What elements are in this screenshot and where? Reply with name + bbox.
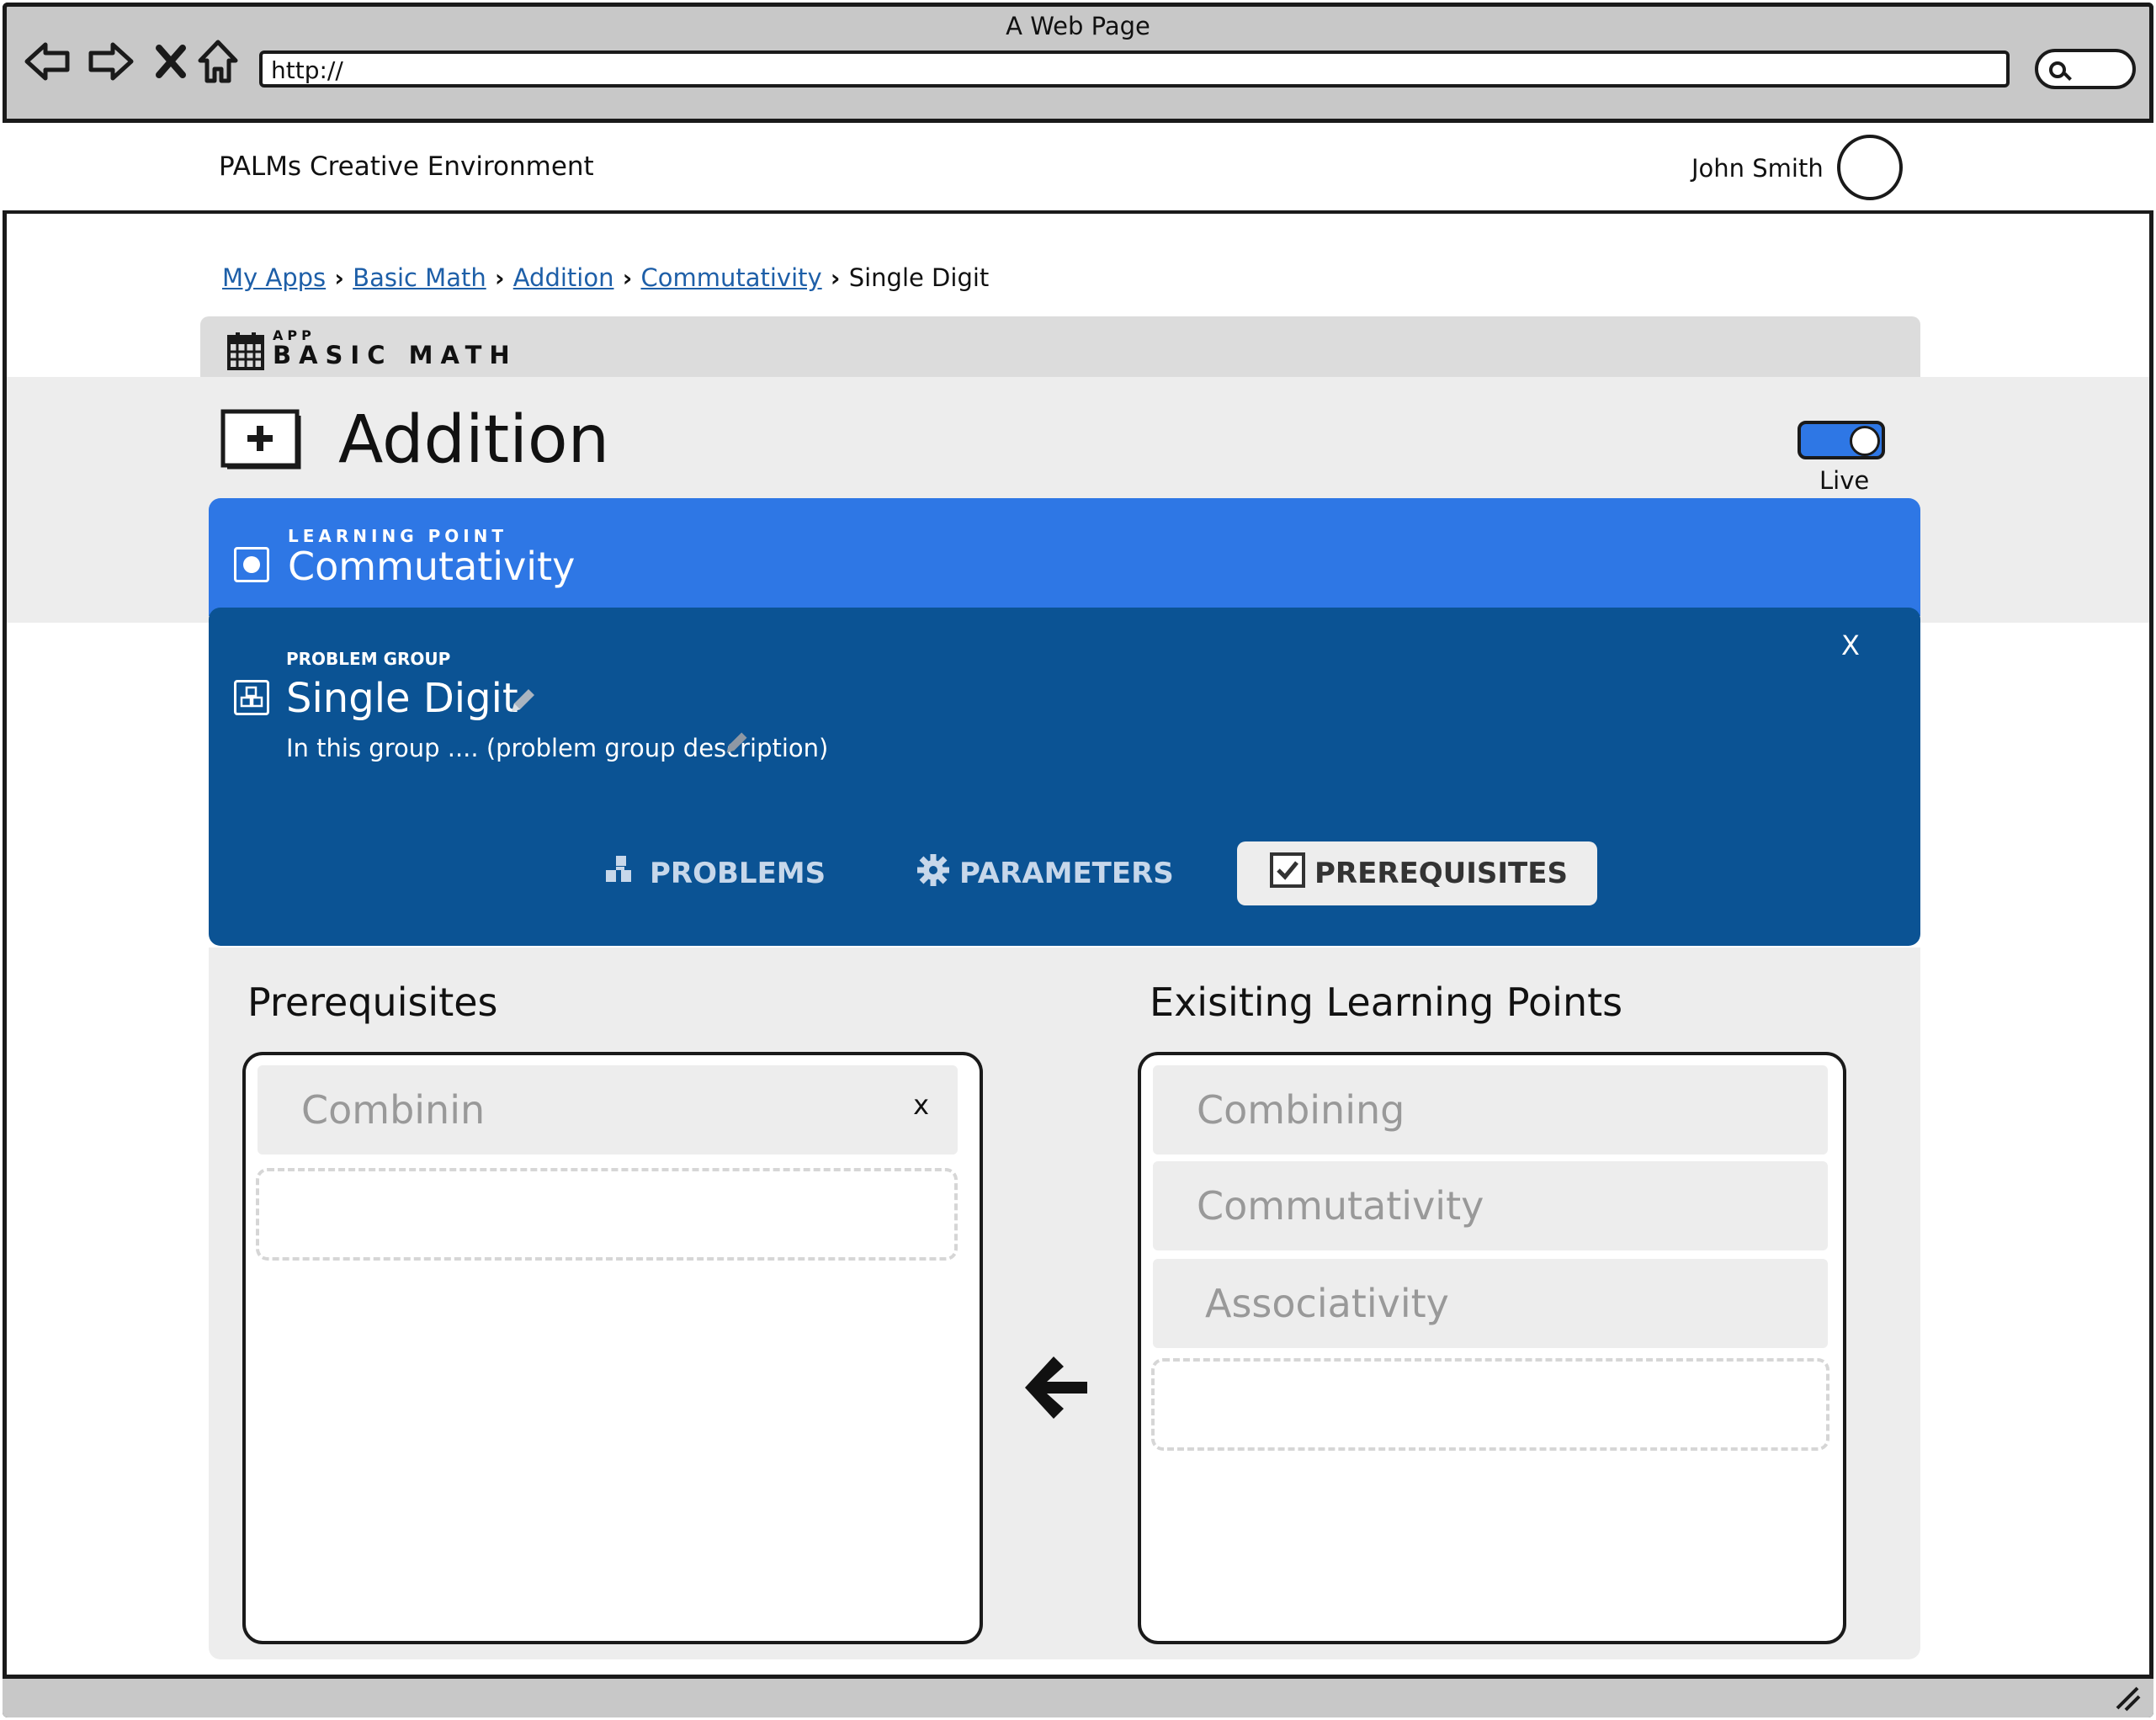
live-toggle[interactable] bbox=[1798, 421, 1885, 459]
search-button[interactable] bbox=[2035, 49, 2136, 89]
learning-point-name[interactable]: Commutativity bbox=[288, 544, 575, 589]
chevron-right-icon: › bbox=[334, 263, 344, 292]
url-input[interactable]: http:// bbox=[259, 50, 2010, 88]
problem-group-name[interactable]: Single Digit bbox=[286, 675, 518, 722]
brand-name[interactable]: PALMs Creative Environment bbox=[219, 151, 594, 182]
tab-prerequisites[interactable]: PREREQUISITES bbox=[1237, 841, 1597, 905]
tab-problems-label: PROBLEMS bbox=[650, 857, 826, 890]
breadcrumb: My Apps › Basic Math › Addition › Commut… bbox=[222, 263, 989, 292]
breadcrumb-addition[interactable]: Addition bbox=[513, 263, 614, 292]
live-label: Live bbox=[1819, 466, 1870, 495]
pencil-icon[interactable] bbox=[507, 685, 539, 717]
list-item[interactable]: Combining bbox=[1153, 1065, 1828, 1155]
user-name[interactable]: John Smith bbox=[1691, 154, 1824, 183]
chevron-right-icon: › bbox=[830, 263, 841, 292]
radio-icon bbox=[234, 547, 269, 582]
drop-slot[interactable] bbox=[256, 1168, 958, 1261]
breadcrumb-current: Single Digit bbox=[848, 263, 990, 292]
chevron-right-icon: › bbox=[622, 263, 633, 292]
list-item[interactable]: Commutativity bbox=[1153, 1161, 1828, 1250]
drop-slot[interactable] bbox=[1151, 1358, 1829, 1451]
plus-box-icon bbox=[220, 409, 301, 470]
chevron-right-icon: › bbox=[494, 263, 505, 292]
app-name[interactable]: BASIC MATH bbox=[273, 341, 518, 369]
home-icon[interactable] bbox=[192, 35, 244, 88]
arrow-left-icon bbox=[1020, 1350, 1092, 1425]
prerequisites-title: Prerequisites bbox=[247, 979, 498, 1025]
prerequisite-item[interactable]: Combinin x bbox=[258, 1065, 958, 1155]
prerequisites-list[interactable]: Combinin x bbox=[242, 1052, 983, 1644]
tab-prerequisites-label: PREREQUISITES bbox=[1314, 857, 1568, 890]
prerequisite-item-label: Combinin bbox=[301, 1087, 486, 1133]
list-item-label: Commutativity bbox=[1197, 1183, 1484, 1229]
back-arrow-icon[interactable] bbox=[22, 35, 74, 88]
remove-button[interactable]: x bbox=[913, 1089, 929, 1121]
gear-icon bbox=[916, 852, 959, 895]
tab-parameters-label: PARAMETERS bbox=[959, 857, 1174, 890]
resize-handle-icon[interactable] bbox=[2112, 1683, 2143, 1713]
breadcrumb-basic-math[interactable]: Basic Math bbox=[353, 263, 486, 292]
pencil-icon[interactable] bbox=[722, 729, 751, 757]
window-title: A Web Page bbox=[1006, 12, 1150, 40]
list-item[interactable]: Associativity bbox=[1153, 1259, 1828, 1348]
breadcrumb-commutativity[interactable]: Commutativity bbox=[640, 263, 821, 292]
list-item-label: Combining bbox=[1197, 1087, 1405, 1133]
existing-points-list[interactable]: Combining Commutativity Associativity bbox=[1138, 1052, 1846, 1644]
browser-status-bar bbox=[3, 1675, 2153, 1717]
page-title: Addition bbox=[338, 402, 610, 478]
tab-problems[interactable]: PROBLEMS bbox=[603, 841, 826, 905]
close-button[interactable]: X bbox=[1841, 629, 1860, 661]
cubes-icon bbox=[234, 680, 269, 715]
search-icon bbox=[2049, 61, 2066, 78]
avatar[interactable] bbox=[1837, 135, 1903, 200]
cubes-icon bbox=[603, 853, 650, 895]
calendar-icon bbox=[227, 332, 264, 370]
forward-arrow-icon[interactable] bbox=[84, 35, 136, 88]
stop-icon[interactable] bbox=[145, 35, 197, 88]
tab-parameters[interactable]: PARAMETERS bbox=[916, 841, 1174, 905]
list-item-label: Associativity bbox=[1205, 1281, 1449, 1326]
breadcrumb-my-apps[interactable]: My Apps bbox=[222, 263, 326, 292]
checkbox-icon bbox=[1269, 852, 1314, 896]
problem-group-kicker: PROBLEM GROUP bbox=[286, 649, 451, 669]
existing-points-title: Exisiting Learning Points bbox=[1150, 979, 1623, 1025]
toggle-knob bbox=[1850, 426, 1880, 456]
